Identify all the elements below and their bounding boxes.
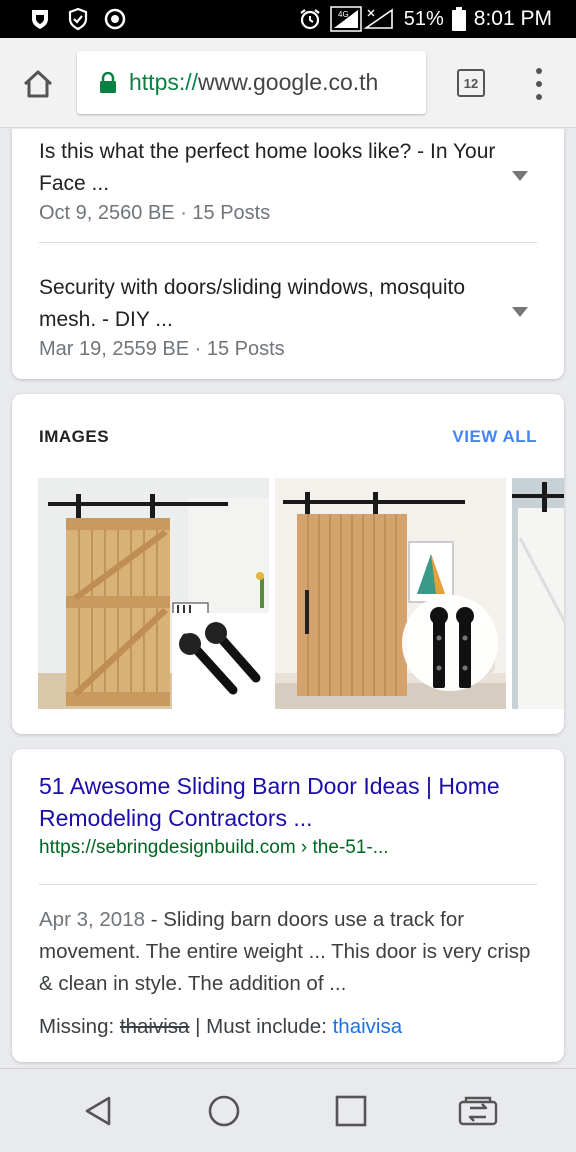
forum-result-meta: Oct 9, 2560 BE · 15 Posts — [39, 202, 271, 224]
overflow-menu-button[interactable] — [530, 68, 548, 100]
home-nav-button[interactable] — [204, 1091, 244, 1131]
switch-app-button[interactable] — [458, 1091, 498, 1131]
back-button[interactable] — [78, 1091, 118, 1131]
image-thumbnail-barn-door-z-brace[interactable] — [38, 478, 269, 709]
result-snippet: Apr 3, 2018 - Sliding barn doors use a t… — [39, 904, 539, 1000]
expand-chevron-icon[interactable] — [510, 170, 530, 182]
home-icon — [23, 70, 53, 98]
result-url[interactable]: https://sebringdesignbuild.com › the-51-… — [39, 837, 389, 859]
tab-switcher-button[interactable]: 12 — [457, 69, 485, 97]
network-type-label: 4G — [338, 10, 349, 19]
divider — [39, 242, 537, 243]
image-thumbnail-barn-door-vertical[interactable] — [275, 478, 506, 709]
must-include-label: | Must include: — [189, 1015, 333, 1038]
forum-result-title[interactable]: Is this what the perfect home looks like… — [39, 136, 509, 200]
status-bar: 4G 51% 8:01 PM — [0, 0, 576, 38]
home-circle-icon — [208, 1095, 240, 1127]
address-bar[interactable]: https://www.google.co.th — [77, 51, 426, 114]
record-icon — [104, 8, 126, 30]
clock: 8:01 PM — [473, 7, 552, 30]
divider — [39, 884, 537, 885]
forum-result-item[interactable]: Is this what the perfect home looks like… — [39, 136, 509, 225]
expand-chevron-icon[interactable] — [510, 306, 530, 318]
search-result-card: 51 Awesome Sliding Barn Door Ideas | Hom… — [12, 749, 564, 1062]
browser-toolbar: https://www.google.co.th 12 — [0, 38, 576, 128]
tab-count: 12 — [463, 75, 479, 91]
forum-result-meta: Mar 19, 2559 BE · 15 Posts — [39, 338, 285, 360]
missing-terms-line: Missing: thaivisa | Must include: thaivi… — [39, 1015, 402, 1039]
recents-square-icon — [335, 1095, 367, 1127]
forum-results-card: Is this what the perfect home looks like… — [12, 129, 564, 379]
switch-app-icon — [458, 1096, 498, 1126]
url-text[interactable]: https://www.google.co.th — [129, 69, 378, 96]
page-content: Is this what the perfect home looks like… — [0, 129, 576, 1068]
android-nav-bar — [0, 1068, 576, 1152]
menu-dot-icon — [536, 94, 542, 100]
shield-check-icon — [66, 7, 90, 31]
menu-dot-icon — [536, 68, 542, 74]
image-thumbnail-white-barn-door[interactable] — [512, 478, 564, 709]
result-date: Apr 3, 2018 — [39, 908, 145, 931]
forum-result-title[interactable]: Security with doors/sliding windows, mos… — [39, 272, 509, 336]
lock-icon — [99, 71, 117, 94]
images-card: IMAGES VIEW ALL — [12, 394, 564, 734]
result-title-link[interactable]: 51 Awesome Sliding Barn Door Ideas | Hom… — [39, 770, 539, 834]
images-section-label: IMAGES — [39, 427, 110, 446]
must-include-link[interactable]: thaivisa — [333, 1015, 403, 1038]
url-scheme: https:// — [129, 69, 199, 95]
missing-term: thaivisa — [119, 1015, 190, 1038]
menu-dot-icon — [536, 81, 542, 87]
shield-outline-icon — [28, 7, 52, 31]
forum-result-item[interactable]: Security with doors/sliding windows, mos… — [39, 272, 509, 361]
image-carousel[interactable] — [38, 478, 564, 709]
signal-icon: 4G — [330, 6, 396, 32]
home-button[interactable] — [18, 64, 58, 104]
battery-icon — [451, 7, 466, 31]
back-icon — [85, 1096, 111, 1126]
battery-percent: 51% — [403, 7, 444, 30]
view-all-link[interactable]: VIEW ALL — [452, 427, 537, 447]
alarm-icon — [298, 7, 322, 31]
recents-button[interactable] — [331, 1091, 371, 1131]
missing-label: Missing: — [39, 1015, 120, 1038]
url-host: www.google.co.th — [198, 69, 379, 95]
